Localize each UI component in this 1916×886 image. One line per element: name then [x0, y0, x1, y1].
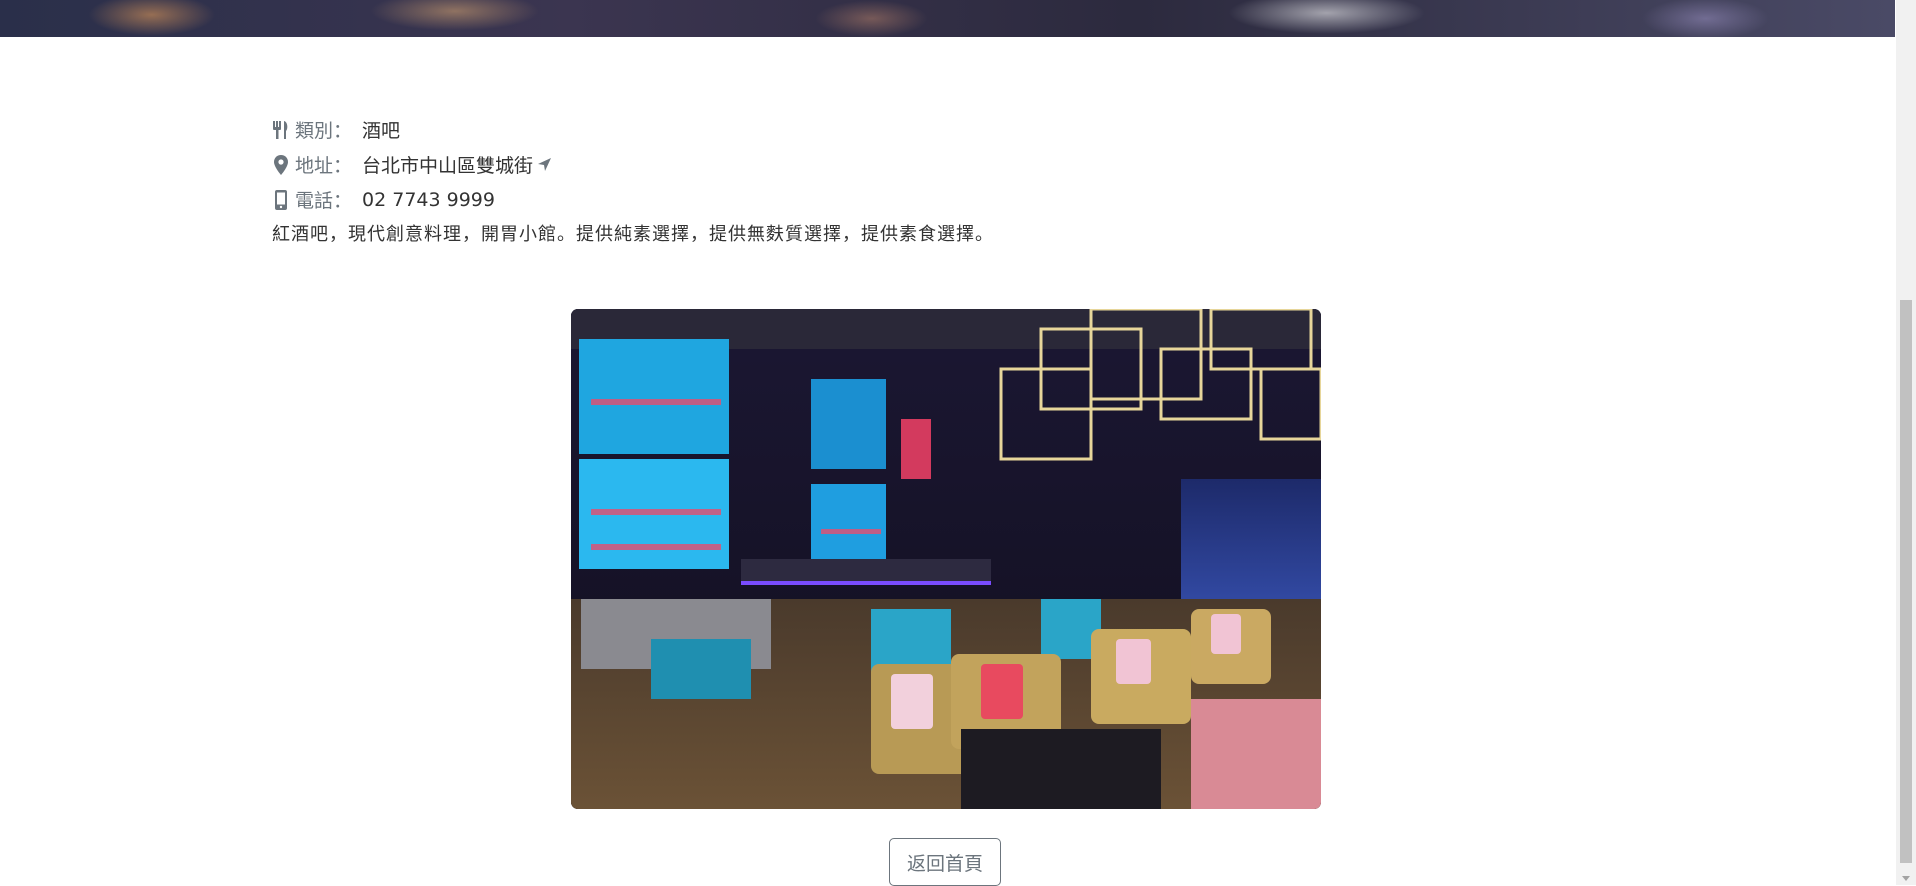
utensils-icon — [272, 120, 290, 140]
phone-value: 02 7743 9999 — [362, 188, 495, 211]
vertical-scrollbar[interactable] — [1896, 0, 1916, 885]
category-row: 類別： 酒吧 — [272, 112, 994, 147]
phone-row: 電話： 02 7743 9999 — [272, 182, 994, 217]
restaurant-info: 類別： 酒吧 地址： 台北市中山區雙城街 電話： 02 7743 9999 紅酒… — [272, 112, 994, 252]
hero-banner-image — [0, 0, 1895, 37]
restaurant-photo — [571, 309, 1321, 809]
address-value: 台北市中山區雙城街 — [362, 155, 534, 177]
scrollbar-thumb[interactable] — [1900, 300, 1912, 863]
location-arrow-icon[interactable] — [537, 155, 551, 175]
mobile-phone-icon — [272, 189, 290, 210]
address-row: 地址： 台北市中山區雙城街 — [272, 147, 994, 182]
back-to-home-button[interactable]: 返回首頁 — [889, 838, 1001, 886]
scroll-down-arrow-icon[interactable] — [1902, 876, 1910, 881]
address-label: 地址： — [295, 155, 353, 177]
restaurant-description: 紅酒吧，現代創意料理，開胃小館。提供純素選擇，提供無麩質選擇，提供素食選擇。 — [272, 224, 994, 245]
phone-label: 電話： — [295, 190, 353, 212]
category-label: 類別： — [295, 120, 353, 142]
map-marker-icon — [272, 154, 290, 175]
category-value: 酒吧 — [362, 120, 401, 142]
